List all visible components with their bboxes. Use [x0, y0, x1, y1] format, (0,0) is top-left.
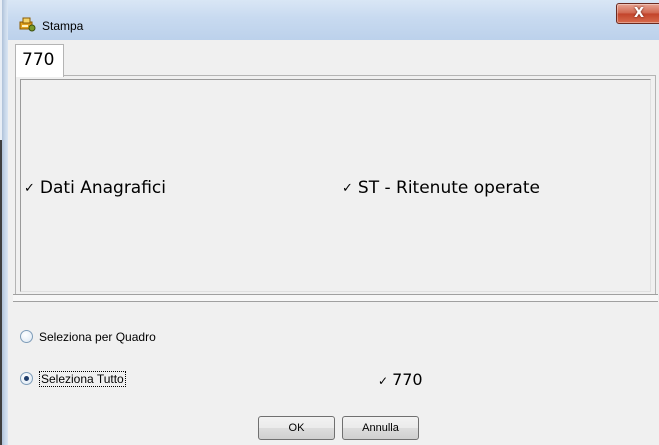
- radio-selected-icon: [20, 372, 33, 386]
- checkbox-label: 770: [392, 370, 423, 389]
- checkbox-label: Dati Anagrafici: [39, 178, 167, 198]
- radio-seleziona-tutto[interactable]: Seleziona Tutto: [20, 371, 126, 387]
- tab-770[interactable]: 770: [15, 44, 64, 77]
- checkbox-label: ST - Ritenute operate: [357, 178, 540, 198]
- radio-unselected-icon: [20, 330, 33, 344]
- checkbox-dati-anagrafici[interactable]: ✓ Dati Anagrafici: [24, 178, 166, 198]
- print-dialog: Stampa X 770 ✓ Dati Anagrafici ✓ ST - Rite…: [0, 0, 659, 445]
- cancel-button[interactable]: Annulla: [342, 416, 419, 440]
- close-button[interactable]: X: [616, 3, 659, 24]
- checkbox-770[interactable]: ✓ 770: [378, 370, 423, 389]
- panel-separator: [13, 294, 658, 302]
- window-title: Stampa: [42, 19, 84, 33]
- radio-label: Seleziona Tutto: [39, 371, 126, 387]
- title-bar[interactable]: Stampa X: [8, 0, 659, 40]
- checkbox-st-ritenute-operate[interactable]: ✓ ST - Ritenute operate: [342, 178, 540, 198]
- check-mark-icon: ✓: [378, 374, 389, 388]
- radio-seleziona-per-quadro[interactable]: Seleziona per Quadro: [20, 330, 156, 344]
- check-mark-icon: ✓: [24, 181, 35, 196]
- tab-label: 770: [22, 50, 55, 70]
- check-mark-icon: ✓: [342, 181, 353, 196]
- window-left-edge: [0, 0, 8, 445]
- close-icon: X: [633, 6, 645, 21]
- ok-button[interactable]: OK: [258, 416, 335, 440]
- printer-key-icon: [19, 17, 36, 32]
- radio-label: Seleziona per Quadro: [39, 330, 156, 344]
